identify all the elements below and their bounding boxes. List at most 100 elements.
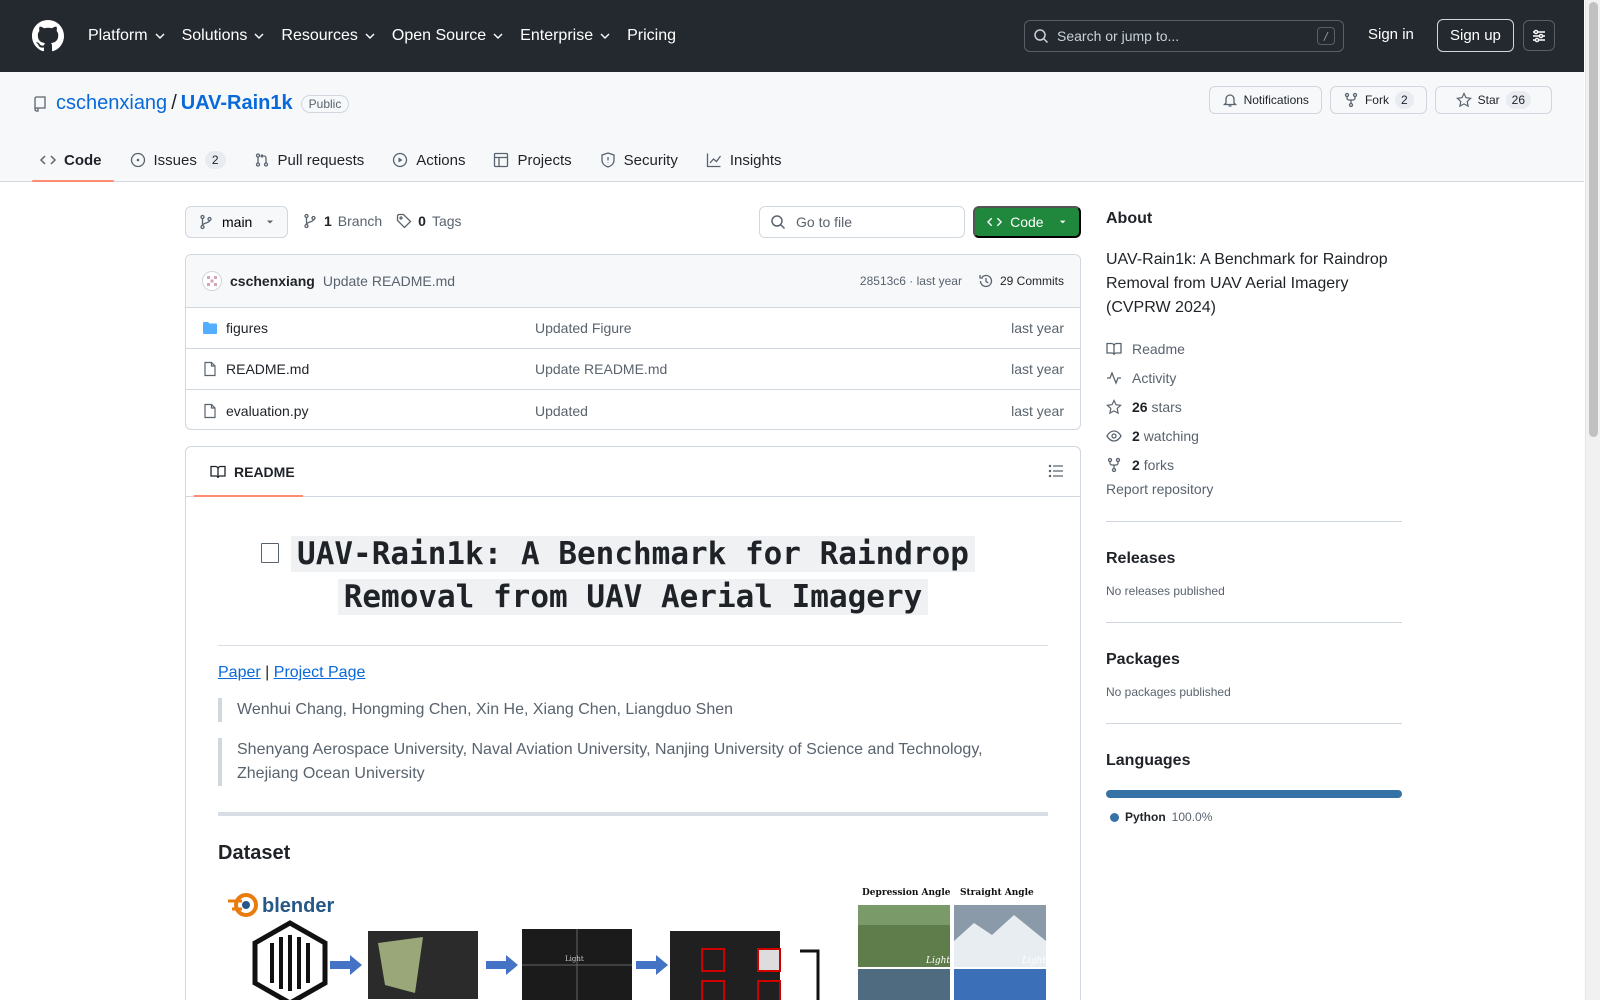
language-item[interactable]: Python 100.0% xyxy=(1106,810,1402,824)
branches-link[interactable]: 1 Branch xyxy=(302,213,382,229)
commit-meta: 28513c6 · last year 29 Commits xyxy=(860,273,1064,289)
readme-divider xyxy=(218,812,1048,816)
table-row[interactable]: README.md Update README.md last year xyxy=(186,349,1080,390)
activity-link[interactable]: Activity xyxy=(1106,363,1402,392)
notifications-button[interactable]: Notifications xyxy=(1208,86,1322,114)
readme-tabbar: README xyxy=(186,447,1080,497)
chevron-down-icon xyxy=(155,33,165,39)
file-name-link[interactable]: evaluation.py xyxy=(226,403,309,419)
go-to-file-input[interactable]: Go to file xyxy=(759,206,965,238)
eye-icon xyxy=(1106,429,1122,442)
light-label: Light xyxy=(925,956,950,966)
depression-angle-label: Depression Angle xyxy=(862,888,951,898)
releases-section: Releases No releases published xyxy=(1106,521,1402,598)
nav-pricing-label: Pricing xyxy=(627,27,676,44)
list-icon xyxy=(1048,464,1063,478)
language-name: Python xyxy=(1125,810,1166,824)
light-label-small: Light xyxy=(565,955,584,963)
tags-link[interactable]: 0 Tags xyxy=(396,213,462,229)
releases-note: No releases published xyxy=(1106,584,1225,598)
fork-button[interactable]: Fork 2 xyxy=(1329,86,1427,114)
code-dropdown-button[interactable]: Code xyxy=(973,206,1081,238)
file-commit-message[interactable]: Updated xyxy=(535,403,1011,419)
nav-enterprise-label: Enterprise xyxy=(520,27,594,44)
latest-commit-bar: cschenxiang Update README.md 28513c6 · l… xyxy=(186,255,1080,308)
search-input[interactable]: Search or jump to... / xyxy=(1024,20,1344,52)
branch-selector[interactable]: main xyxy=(185,206,288,238)
nav-pricing[interactable]: Pricing xyxy=(627,27,676,45)
file-commit-message[interactable]: Update README.md xyxy=(535,361,1011,377)
nav-solutions[interactable]: Solutions xyxy=(182,27,266,45)
star-count: 26 xyxy=(1505,91,1531,109)
tab-issues-label: Issues xyxy=(153,151,197,169)
file-name-link[interactable]: figures xyxy=(226,320,268,336)
sample-depression-heavy xyxy=(858,969,950,1000)
straight-angle-label: Straight Angle xyxy=(960,888,1034,898)
bell-icon xyxy=(1222,94,1237,107)
nav-open-source[interactable]: Open Source xyxy=(392,27,504,45)
nav-platform[interactable]: Platform xyxy=(88,27,166,45)
nav-resources[interactable]: Resources xyxy=(281,27,375,45)
tab-insights[interactable]: Insights xyxy=(698,138,794,182)
table-icon xyxy=(494,152,509,168)
nav-platform-label: Platform xyxy=(88,27,148,44)
project-page-link[interactable]: Project Page xyxy=(274,664,366,681)
watching-count: 2 xyxy=(1132,427,1140,444)
commit-message-link[interactable]: Update README.md xyxy=(323,273,455,289)
github-logo-icon[interactable] xyxy=(32,20,64,52)
stars-link[interactable]: 26 stars xyxy=(1106,392,1402,421)
page-scrollbar[interactable] xyxy=(1585,0,1600,1000)
table-row[interactable]: figures Updated Figure last year xyxy=(186,308,1080,349)
tab-issues[interactable]: Issues 2 xyxy=(122,138,238,182)
commit-author-link[interactable]: cschenxiang xyxy=(230,273,315,289)
language-percent: 100.0% xyxy=(1171,810,1213,824)
table-row[interactable]: evaluation.py Updated last year xyxy=(186,390,1080,429)
tab-insights-label: Insights xyxy=(729,151,782,169)
releases-heading[interactable]: Releases xyxy=(1106,550,1402,568)
tab-actions[interactable]: Actions xyxy=(384,138,477,182)
tab-pull-requests[interactable]: Pull requests xyxy=(246,138,377,182)
tag-icon xyxy=(397,213,412,229)
commit-history-link[interactable]: 29 Commits xyxy=(978,273,1064,289)
star-button[interactable]: Star 26 xyxy=(1434,86,1552,114)
history-icon xyxy=(979,274,993,288)
tab-security[interactable]: Security xyxy=(592,138,690,182)
global-header: Platform Solutions Resources Open Source… xyxy=(0,0,1584,72)
forks-link[interactable]: 2 forks xyxy=(1106,450,1402,479)
readme-tab[interactable]: README xyxy=(194,447,303,497)
authors-quote: Wenhui Chang, Hongming Chen, Xin He, Xia… xyxy=(218,698,1048,722)
sign-in-link[interactable]: Sign in xyxy=(1368,26,1414,43)
outline-button[interactable] xyxy=(1048,463,1064,479)
tag-count-label: Tags xyxy=(431,213,462,229)
file-commit-date: last year xyxy=(1011,402,1064,419)
packages-section: Packages No packages published xyxy=(1106,622,1402,699)
scrollbar-thumb[interactable] xyxy=(1589,2,1598,437)
affiliations-quote: Shenyang Aerospace University, Naval Avi… xyxy=(218,738,1048,786)
repo-name-link[interactable]: UAV-Rain1k xyxy=(181,92,293,115)
avatar[interactable] xyxy=(202,271,222,291)
arrow-right-icon xyxy=(486,955,518,975)
tab-code[interactable]: Code xyxy=(32,138,114,182)
identicon-icon xyxy=(207,276,217,286)
file-browser: cschenxiang Update README.md 28513c6 · l… xyxy=(185,254,1081,430)
nav-enterprise[interactable]: Enterprise xyxy=(520,27,611,45)
packages-heading[interactable]: Packages xyxy=(1106,651,1402,669)
tab-projects[interactable]: Projects xyxy=(485,138,583,182)
paper-link[interactable]: Paper xyxy=(218,664,261,681)
commit-hash-time[interactable]: 28513c6 · last year xyxy=(860,274,962,288)
file-name-link[interactable]: README.md xyxy=(226,361,309,377)
language-bar xyxy=(1106,790,1402,798)
sign-up-button[interactable]: Sign up xyxy=(1437,19,1514,52)
folder-icon xyxy=(203,322,217,334)
file-commit-date: last year xyxy=(1011,361,1064,377)
dataset-figure: blender Light Depression Angle Straight … xyxy=(218,883,1048,1000)
file-icon xyxy=(204,403,216,418)
book-icon xyxy=(210,465,226,478)
tab-code-label: Code xyxy=(64,151,102,169)
report-repository-link[interactable]: Report repository xyxy=(1106,481,1402,497)
file-commit-message[interactable]: Updated Figure xyxy=(535,320,1011,336)
watching-link[interactable]: 2 watching xyxy=(1106,421,1402,450)
settings-menu-button[interactable] xyxy=(1523,20,1555,51)
readme-link[interactable]: Readme xyxy=(1106,334,1402,363)
repo-owner-link[interactable]: cschenxiang xyxy=(56,92,167,115)
